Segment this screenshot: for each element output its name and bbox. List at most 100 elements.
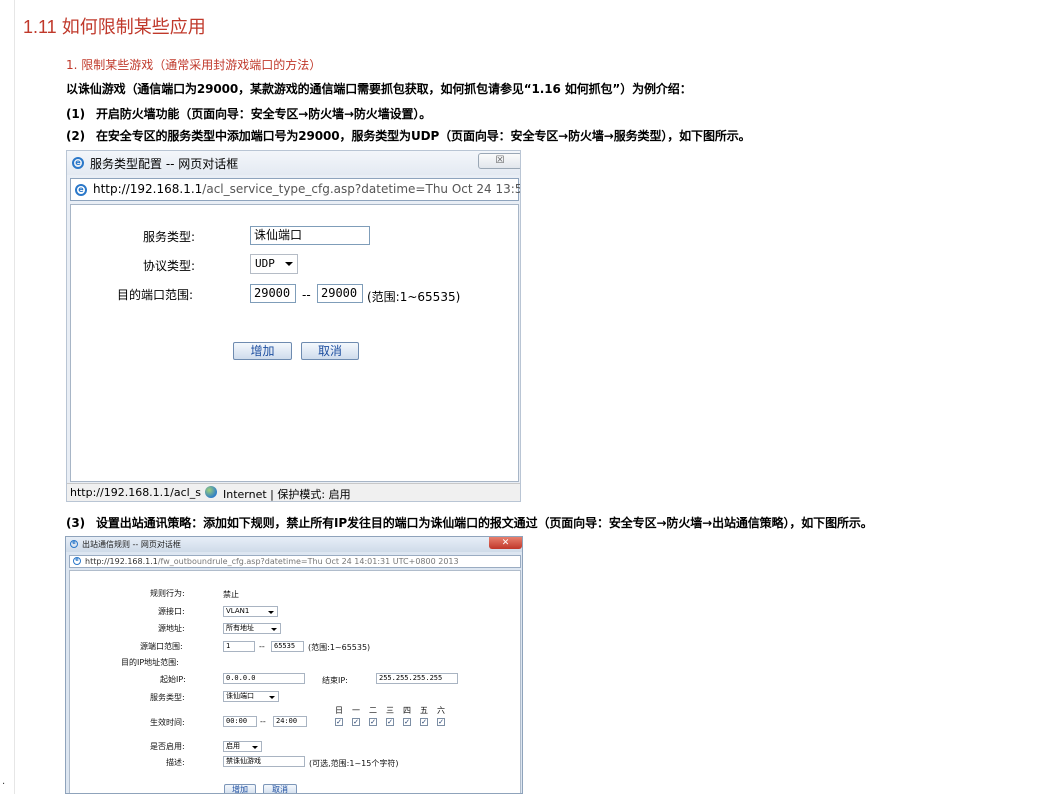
source-address-value: 所有地址 (226, 624, 254, 632)
step-number: (3) (66, 516, 86, 530)
day-thu-checkbox[interactable]: ✓ (403, 718, 411, 726)
source-address-label: 源地址: (158, 624, 185, 633)
url-host: http://192.168.1.1 (85, 557, 158, 566)
service-type-input[interactable]: 诛仙端口 (250, 226, 370, 245)
close-button[interactable]: ✕ (489, 537, 522, 549)
section-title: 1.11 如何限制某些应用 (23, 17, 206, 37)
destination-ip-label: 目的IP地址范围: (121, 658, 179, 667)
address-bar: e http://192.168.1.1/fw_outboundrule_cfg… (69, 555, 521, 568)
chevron-down-icon (285, 262, 293, 266)
source-port-separator: -- (259, 642, 265, 651)
step-3: (3) 设置出站通讯策略：添加如下规则，禁止所有IP发往目的端口为诛仙端口的报文通… (66, 514, 873, 531)
dialog-form: 规则行为: 禁止 源接口: VLAN1 源地址: 所有地址 源端口范围: 1 -… (69, 570, 521, 793)
port-range-hint: (范围:1~65535) (367, 290, 461, 304)
step-number: (1) (66, 107, 86, 121)
source-interface-label: 源接口: (158, 607, 185, 616)
url-path: /fw_outboundrule_cfg.asp?datetime=Thu Oc… (157, 557, 459, 566)
day-mon-checkbox[interactable]: ✓ (352, 718, 360, 726)
end-ip-input[interactable]: 255.255.255.255 (376, 673, 458, 684)
address-url: http://192.168.1.1/fw_outboundrule_cfg.a… (85, 557, 459, 566)
day-thu: 四 (403, 706, 411, 715)
day-wed: 三 (386, 706, 394, 715)
address-bar: e http://192.168.1.1/acl_service_type_cf… (70, 178, 521, 201)
outbound-rule-dialog-screenshot: e 出站通信规则 -- 网页对话框 ✕ e http://192.168.1.1… (65, 536, 523, 794)
url-host: http://192.168.1.1 (93, 182, 203, 196)
port-separator: -- (302, 288, 311, 302)
source-port-from-input[interactable]: 1 (223, 641, 255, 652)
service-type-select[interactable]: 诛仙端口 (223, 691, 279, 702)
description-hint: (可选,范围:1~15个字符) (309, 759, 399, 768)
dialog-titlebar: e 服务类型配置 -- 网页对话框 ☒ (67, 151, 520, 175)
time-from-input[interactable]: 00:00 (223, 716, 257, 727)
source-interface-select[interactable]: VLAN1 (223, 606, 278, 617)
day-sun-checkbox[interactable]: ✓ (335, 718, 343, 726)
status-bar: http://192.168.1.1/acl_s Internet | 保护模式… (67, 483, 520, 501)
start-ip-input[interactable]: 0.0.0.0 (223, 673, 305, 684)
day-fri-checkbox[interactable]: ✓ (420, 718, 428, 726)
add-button[interactable]: 增加 (224, 784, 256, 793)
globe-icon (205, 486, 217, 498)
ie-page-icon: e (72, 157, 84, 169)
cancel-button[interactable]: 取消 (301, 342, 359, 360)
port-from-input[interactable]: 29000 (250, 284, 296, 303)
protocol-value: UDP (255, 257, 275, 270)
rule-action-label: 规则行为: (150, 589, 185, 598)
add-button[interactable]: 增加 (233, 342, 292, 360)
chevron-down-icon (269, 696, 275, 699)
day-sat: 六 (437, 706, 445, 715)
day-fri: 五 (420, 706, 428, 715)
effective-time-label: 生效时间: (150, 718, 185, 727)
ie-page-icon: e (73, 557, 81, 565)
url-path: /acl_service_type_cfg.asp?datetime=Thu O… (202, 182, 521, 196)
dialog-title: 出站通信规则 -- 网页对话框 (82, 540, 181, 549)
port-to-input[interactable]: 29000 (317, 284, 363, 303)
step-text: 设置出站通讯策略：添加如下规则，禁止所有IP发往目的端口为诛仙端口的报文通过（页… (96, 516, 873, 530)
dialog-form: 服务类型: 诛仙端口 协议类型: UDP 目的端口范围: 29000 -- 29… (70, 204, 519, 482)
day-sun: 日 (335, 706, 343, 715)
chevron-down-icon (252, 746, 258, 749)
start-ip-label: 起始IP: (160, 675, 186, 684)
sub-heading: 1. 限制某些游戏（通常采用封游戏端口的方法） (66, 58, 322, 72)
end-ip-label: 结束IP: (322, 676, 348, 685)
service-type-label: 服务类型: (150, 693, 185, 702)
ie-page-icon: e (75, 184, 87, 196)
source-port-label: 源端口范围: (140, 642, 183, 651)
enable-label: 是否启用: (150, 742, 185, 751)
source-port-to-input[interactable]: 65535 (271, 641, 304, 652)
description-input[interactable]: 禁诛仙游戏 (223, 756, 305, 767)
port-range-label: 目的端口范围: (117, 288, 194, 302)
protocol-select[interactable]: UDP (250, 254, 298, 274)
step-number: (2) (66, 129, 86, 143)
day-tue-checkbox[interactable]: ✓ (369, 718, 377, 726)
day-sat-checkbox[interactable]: ✓ (437, 718, 445, 726)
day-mon: 一 (352, 706, 360, 715)
source-address-select[interactable]: 所有地址 (223, 623, 281, 634)
step-text: 在安全专区的服务类型中添加端口号为29000，服务类型为UDP（页面向导：安全专… (96, 129, 751, 143)
protocol-label: 协议类型: (143, 259, 196, 273)
dialog-title: 服务类型配置 -- 网页对话框 (90, 157, 239, 171)
service-type-dialog-screenshot: e 服务类型配置 -- 网页对话框 ☒ e http://192.168.1.1… (66, 150, 521, 502)
cancel-button[interactable]: 取消 (263, 784, 297, 793)
status-zone: Internet | 保护模式: 启用 (223, 488, 351, 501)
intro-paragraph: 以诛仙游戏（通信端口为29000，某款游戏的通信端口需要抓包获取，如何抓包请参见… (66, 82, 692, 96)
source-interface-value: VLAN1 (226, 607, 250, 615)
dialog-titlebar: e 出站通信规则 -- 网页对话框 ✕ (66, 537, 522, 552)
service-type-value: 诛仙端口 (226, 692, 254, 700)
day-wed-checkbox[interactable]: ✓ (386, 718, 394, 726)
time-to-input[interactable]: 24:00 (273, 716, 307, 727)
chevron-down-icon (268, 611, 274, 614)
step-1: (1) 开启防火墙功能（页面向导：安全专区→防火墙→防火墙设置）。 (66, 105, 431, 122)
description-label: 描述: (166, 758, 185, 767)
rule-action-value: 禁止 (223, 590, 239, 599)
step-2: (2) 在安全专区的服务类型中添加端口号为29000，服务类型为UDP（页面向导：… (66, 127, 751, 144)
close-button[interactable]: ☒ (478, 153, 520, 169)
enable-value: 启用 (226, 742, 240, 750)
day-tue: 二 (369, 706, 377, 715)
source-port-hint: (范围:1~65535) (308, 643, 371, 652)
margin-dot: . (2, 776, 6, 787)
status-url: http://192.168.1.1/acl_s (70, 486, 201, 499)
service-type-label: 服务类型: (143, 230, 196, 244)
enable-select[interactable]: 启用 (223, 741, 262, 752)
left-margin-rule (14, 0, 15, 794)
chevron-down-icon (271, 628, 277, 631)
